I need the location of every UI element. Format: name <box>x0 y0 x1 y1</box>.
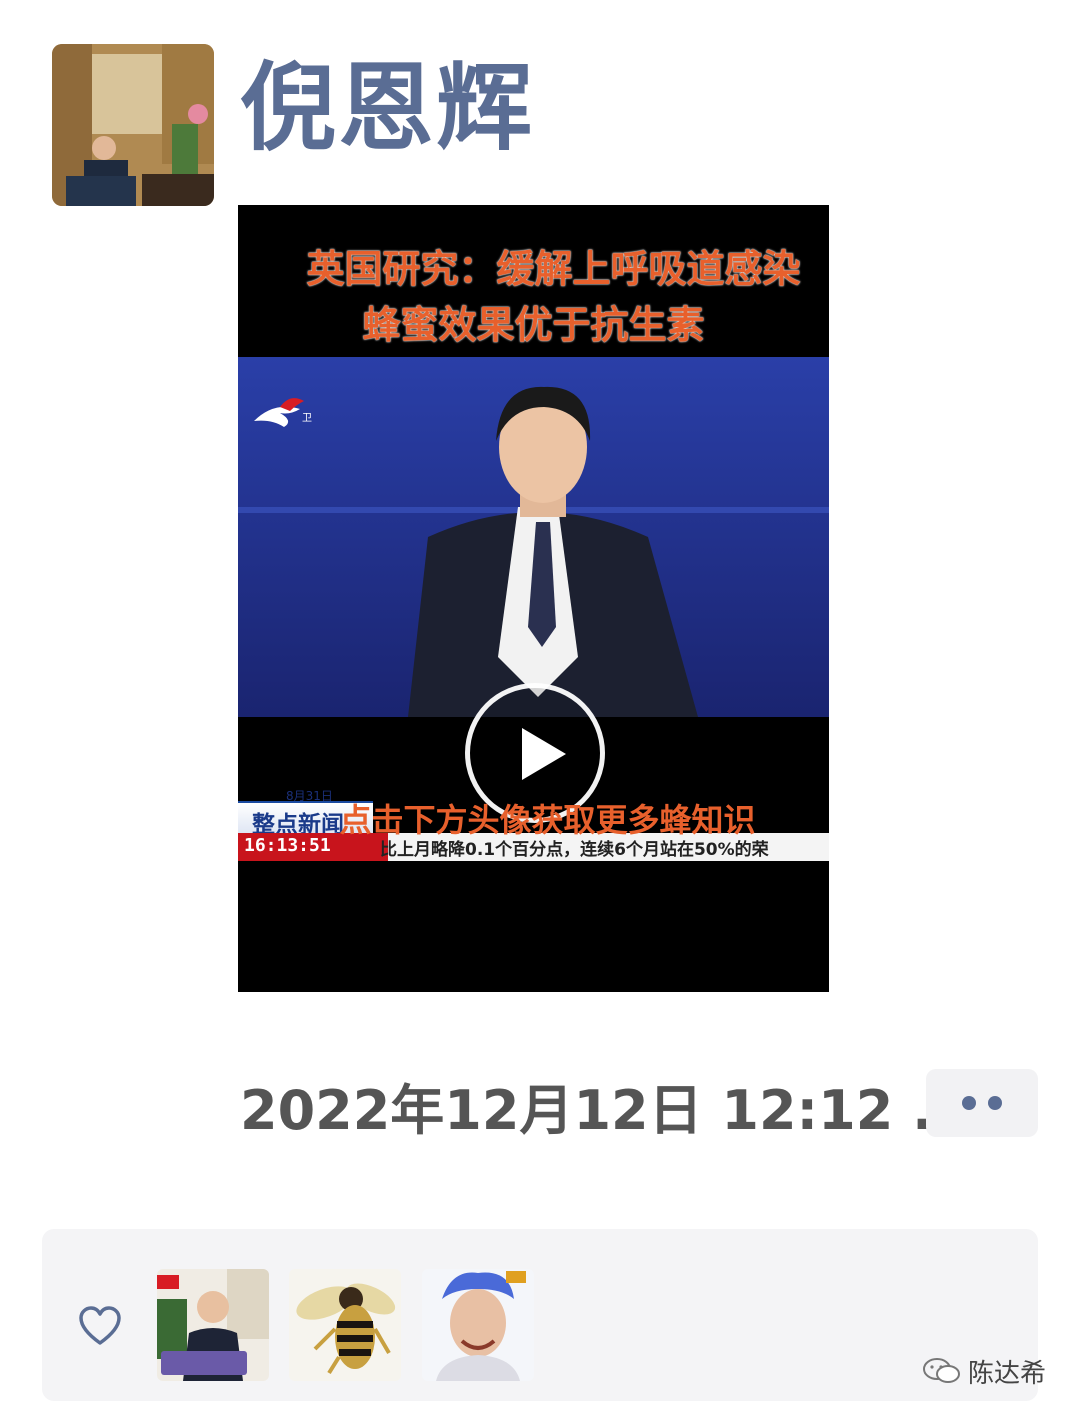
liker-image <box>422 1269 534 1381</box>
avatar-image <box>52 44 214 206</box>
likes-panel <box>42 1229 1038 1401</box>
news-studio-frame: 卫 8月31日 整点新闻 16:13:51 比上月略降0.1个百分点，连续6个月… <box>238 357 829 861</box>
svg-text:卫: 卫 <box>302 413 312 424</box>
channel-logo-icon: 卫 <box>254 398 312 427</box>
more-dots-icon <box>962 1096 976 1110</box>
wechat-icon <box>923 1358 960 1383</box>
liker-image <box>289 1269 401 1381</box>
watermark-text: 陈达希 <box>968 1358 1047 1389</box>
studio-scene <box>238 357 829 717</box>
author-name[interactable]: 倪恩辉 <box>240 52 534 164</box>
video-headline-line1: 英国研究：缓解上呼吸道感染 <box>306 247 801 291</box>
liker-avatar-2[interactable] <box>289 1269 401 1381</box>
play-icon <box>522 728 566 780</box>
more-dots-icon <box>988 1096 1002 1110</box>
post-timestamp: 2022年12月12日 12:12 ... <box>240 1079 974 1142</box>
more-actions-button[interactable] <box>926 1069 1038 1137</box>
video-thumbnail[interactable]: 英国研究：缓解上呼吸道感染 蜂蜜效果优于抗生素 卫 8月31日 整点新闻 16:… <box>238 205 829 992</box>
watermark: 陈达希 <box>922 1354 1047 1389</box>
author-avatar[interactable] <box>52 44 214 206</box>
heart-icon <box>79 1306 121 1345</box>
video-headline-line2: 蜂蜜效果优于抗生素 <box>362 303 705 347</box>
liker-avatar-1[interactable] <box>157 1269 269 1381</box>
liker-image <box>157 1269 269 1381</box>
liker-avatar-3[interactable] <box>422 1269 534 1381</box>
video-caption: 点击下方头像获取更多蜂知识 <box>339 801 756 839</box>
